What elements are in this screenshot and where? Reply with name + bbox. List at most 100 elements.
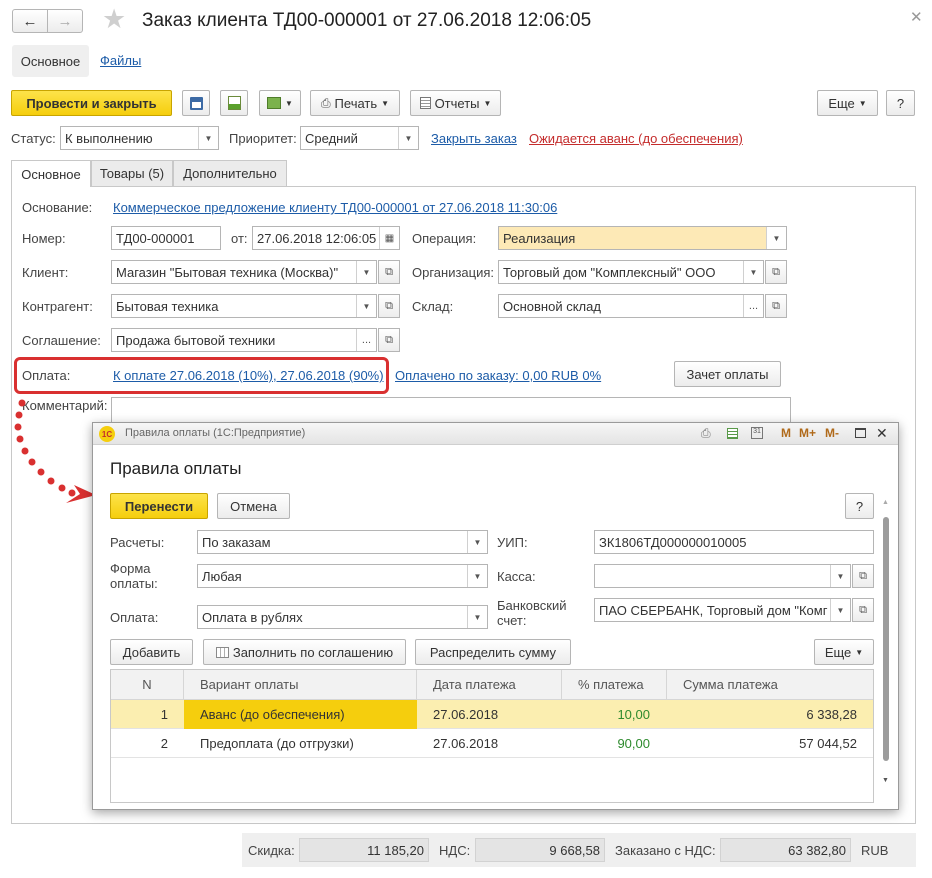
number-field[interactable]: ТД00-000001 <box>111 226 221 250</box>
dialog-help-button[interactable]: ? <box>845 493 874 519</box>
chevron-down-icon: ▼ <box>285 98 293 108</box>
bank-account-open-button[interactable]: ⧉ <box>852 598 874 622</box>
warehouse-open-button[interactable]: ⧉ <box>765 294 787 318</box>
chevron-down-icon: ▼ <box>467 606 487 628</box>
post-button[interactable] <box>220 90 248 116</box>
cell-n: 2 <box>160 736 168 751</box>
more-label: Еще <box>828 95 855 111</box>
chevron-down-icon: ▼ <box>855 647 864 657</box>
save-button[interactable] <box>182 90 210 116</box>
settlements-select[interactable]: По заказам ▼ <box>197 530 488 554</box>
printer-icon[interactable]: ⎙ <box>701 426 711 441</box>
cancel-button[interactable]: Отмена <box>217 493 290 519</box>
memory-m-icon[interactable]: M <box>781 426 791 440</box>
dialog-scrollbar[interactable]: ▲ ▼ <box>882 499 890 789</box>
payment-schedule-link[interactable]: К оплате 27.06.2018 (10%), 27.06.2018 (9… <box>113 368 384 383</box>
calendar-icon[interactable]: 31 <box>751 427 763 439</box>
memory-mminus-icon[interactable]: M- <box>825 426 839 440</box>
dialog-more-button[interactable]: Еще ▼ <box>814 639 874 665</box>
col-header-sum[interactable]: Сумма платежа <box>667 670 873 699</box>
settlements-value: По заказам <box>202 534 271 550</box>
warehouse-select[interactable]: Основной склад ... <box>498 294 764 318</box>
bank-account-select[interactable]: ПАО СБЕРБАНК, Торговый дом "Комг ▼ <box>594 598 851 622</box>
payment-label: Оплата: <box>22 368 71 383</box>
floppy-disk-icon <box>189 96 203 110</box>
payment-offset-button[interactable]: Зачет оплаты <box>674 361 781 387</box>
client-label: Клиент: <box>22 265 69 280</box>
number-label: Номер: <box>22 231 66 246</box>
status-value: К выполнению <box>65 130 153 146</box>
priority-select[interactable]: Средний ▼ <box>300 126 419 150</box>
col-header-n[interactable]: N <box>111 670 184 699</box>
tab-goods[interactable]: Товары (5) <box>91 160 173 186</box>
calendar-icon[interactable]: ▦ <box>379 227 399 249</box>
table-row[interactable]: 2 Предоплата (до отгрузки) 27.06.2018 90… <box>111 729 873 758</box>
dialog-heading: Правила оплаты <box>110 459 242 478</box>
tab-main[interactable]: Основное <box>11 160 91 187</box>
cash-select[interactable]: ▼ <box>594 564 851 588</box>
client-open-button[interactable]: ⧉ <box>378 260 400 284</box>
date-field[interactable]: 27.06.2018 12:06:05 ▦ <box>252 226 400 250</box>
report-icon <box>419 97 431 109</box>
payment-type-select[interactable]: Оплата в рублях ▼ <box>197 605 488 629</box>
close-order-link[interactable]: Закрыть заказ <box>431 131 517 146</box>
post-and-close-button[interactable]: Провести и закрыть <box>11 90 172 116</box>
create-based-on-button[interactable]: ▼ <box>259 90 301 116</box>
close-icon[interactable]: ✕ <box>876 425 888 442</box>
nav-tab-files[interactable]: Файлы <box>100 53 141 68</box>
reports-button[interactable]: Отчеты ▼ <box>410 90 501 116</box>
help-button[interactable]: ? <box>886 90 915 116</box>
forward-button[interactable]: → <box>47 9 83 33</box>
uip-field[interactable]: ЗК1806ТД000000010005 <box>594 530 874 554</box>
contractor-value: Бытовая техника <box>116 298 219 314</box>
favorite-star-icon[interactable]: ★ <box>102 4 126 35</box>
scroll-down-icon[interactable]: ▼ <box>882 777 889 784</box>
cash-open-button[interactable]: ⧉ <box>852 564 874 588</box>
table-icon[interactable] <box>727 428 738 439</box>
awaiting-advance-link[interactable]: Ожидается аванс (до обеспечения) <box>529 131 743 146</box>
col-header-variant[interactable]: Вариант оплаты <box>184 670 417 699</box>
distribute-sum-button[interactable]: Распределить сумму <box>415 639 571 665</box>
contractor-open-button[interactable]: ⧉ <box>378 294 400 318</box>
scroll-up-icon[interactable]: ▲ <box>882 499 889 506</box>
transfer-button[interactable]: Перенести <box>110 493 208 519</box>
col-header-percent[interactable]: % платежа <box>562 670 667 699</box>
settlements-label: Расчеты: <box>110 535 165 550</box>
create-based-icon <box>267 97 282 109</box>
open-icon: ⧉ <box>385 333 393 346</box>
maximize-icon[interactable] <box>855 428 866 438</box>
nav-tab-main[interactable]: Основное <box>12 45 89 77</box>
memory-mplus-icon[interactable]: M+ <box>799 426 816 440</box>
ordered-with-vat-value: 63 382,80 <box>788 842 846 858</box>
basis-link[interactable]: Коммерческое предложение клиенту ТД00-00… <box>113 200 557 215</box>
close-icon[interactable]: ✕ <box>910 8 923 26</box>
scroll-thumb[interactable] <box>883 517 889 761</box>
client-value: Магазин "Бытовая техника (Москва)" <box>116 264 339 280</box>
client-select[interactable]: Магазин "Бытовая техника (Москва)" ▼ <box>111 260 377 284</box>
status-select[interactable]: К выполнению ▼ <box>60 126 219 150</box>
fill-by-agreement-button[interactable]: Заполнить по соглашению <box>203 639 406 665</box>
priority-value: Средний <box>305 130 358 146</box>
col-header-date[interactable]: Дата платежа <box>417 670 562 699</box>
agreement-open-button[interactable]: ⧉ <box>378 328 400 352</box>
add-button[interactable]: Добавить <box>110 639 193 665</box>
back-button[interactable]: ← <box>12 9 48 33</box>
more-button[interactable]: Еще ▼ <box>817 90 878 116</box>
cell-variant[interactable]: Аванс (до обеспечения) <box>184 700 417 729</box>
org-open-button[interactable]: ⧉ <box>765 260 787 284</box>
agreement-select[interactable]: Продажа бытовой техники ... <box>111 328 377 352</box>
open-icon: ⧉ <box>385 265 393 278</box>
arrow-right-icon: → <box>57 12 73 30</box>
contractor-select[interactable]: Бытовая техника ▼ <box>111 294 377 318</box>
currency-label: RUB <box>861 843 889 858</box>
operation-select[interactable]: Реализация ▼ <box>498 226 787 250</box>
basis-label: Основание: <box>22 200 93 215</box>
org-select[interactable]: Торговый дом "Комплексный" ООО ▼ <box>498 260 764 284</box>
org-label: Организация: <box>412 265 495 280</box>
paid-by-order-link[interactable]: Оплачено по заказу: 0,00 RUB 0% <box>395 368 601 383</box>
print-button[interactable]: ⎙ Печать ▼ <box>310 90 400 116</box>
payment-form-select[interactable]: Любая ▼ <box>197 564 488 588</box>
table-row[interactable]: 1 Аванс (до обеспечения) 27.06.2018 10,0… <box>111 700 873 729</box>
tab-additional[interactable]: Дополнительно <box>173 160 287 186</box>
discount-label: Скидка: <box>248 843 295 858</box>
